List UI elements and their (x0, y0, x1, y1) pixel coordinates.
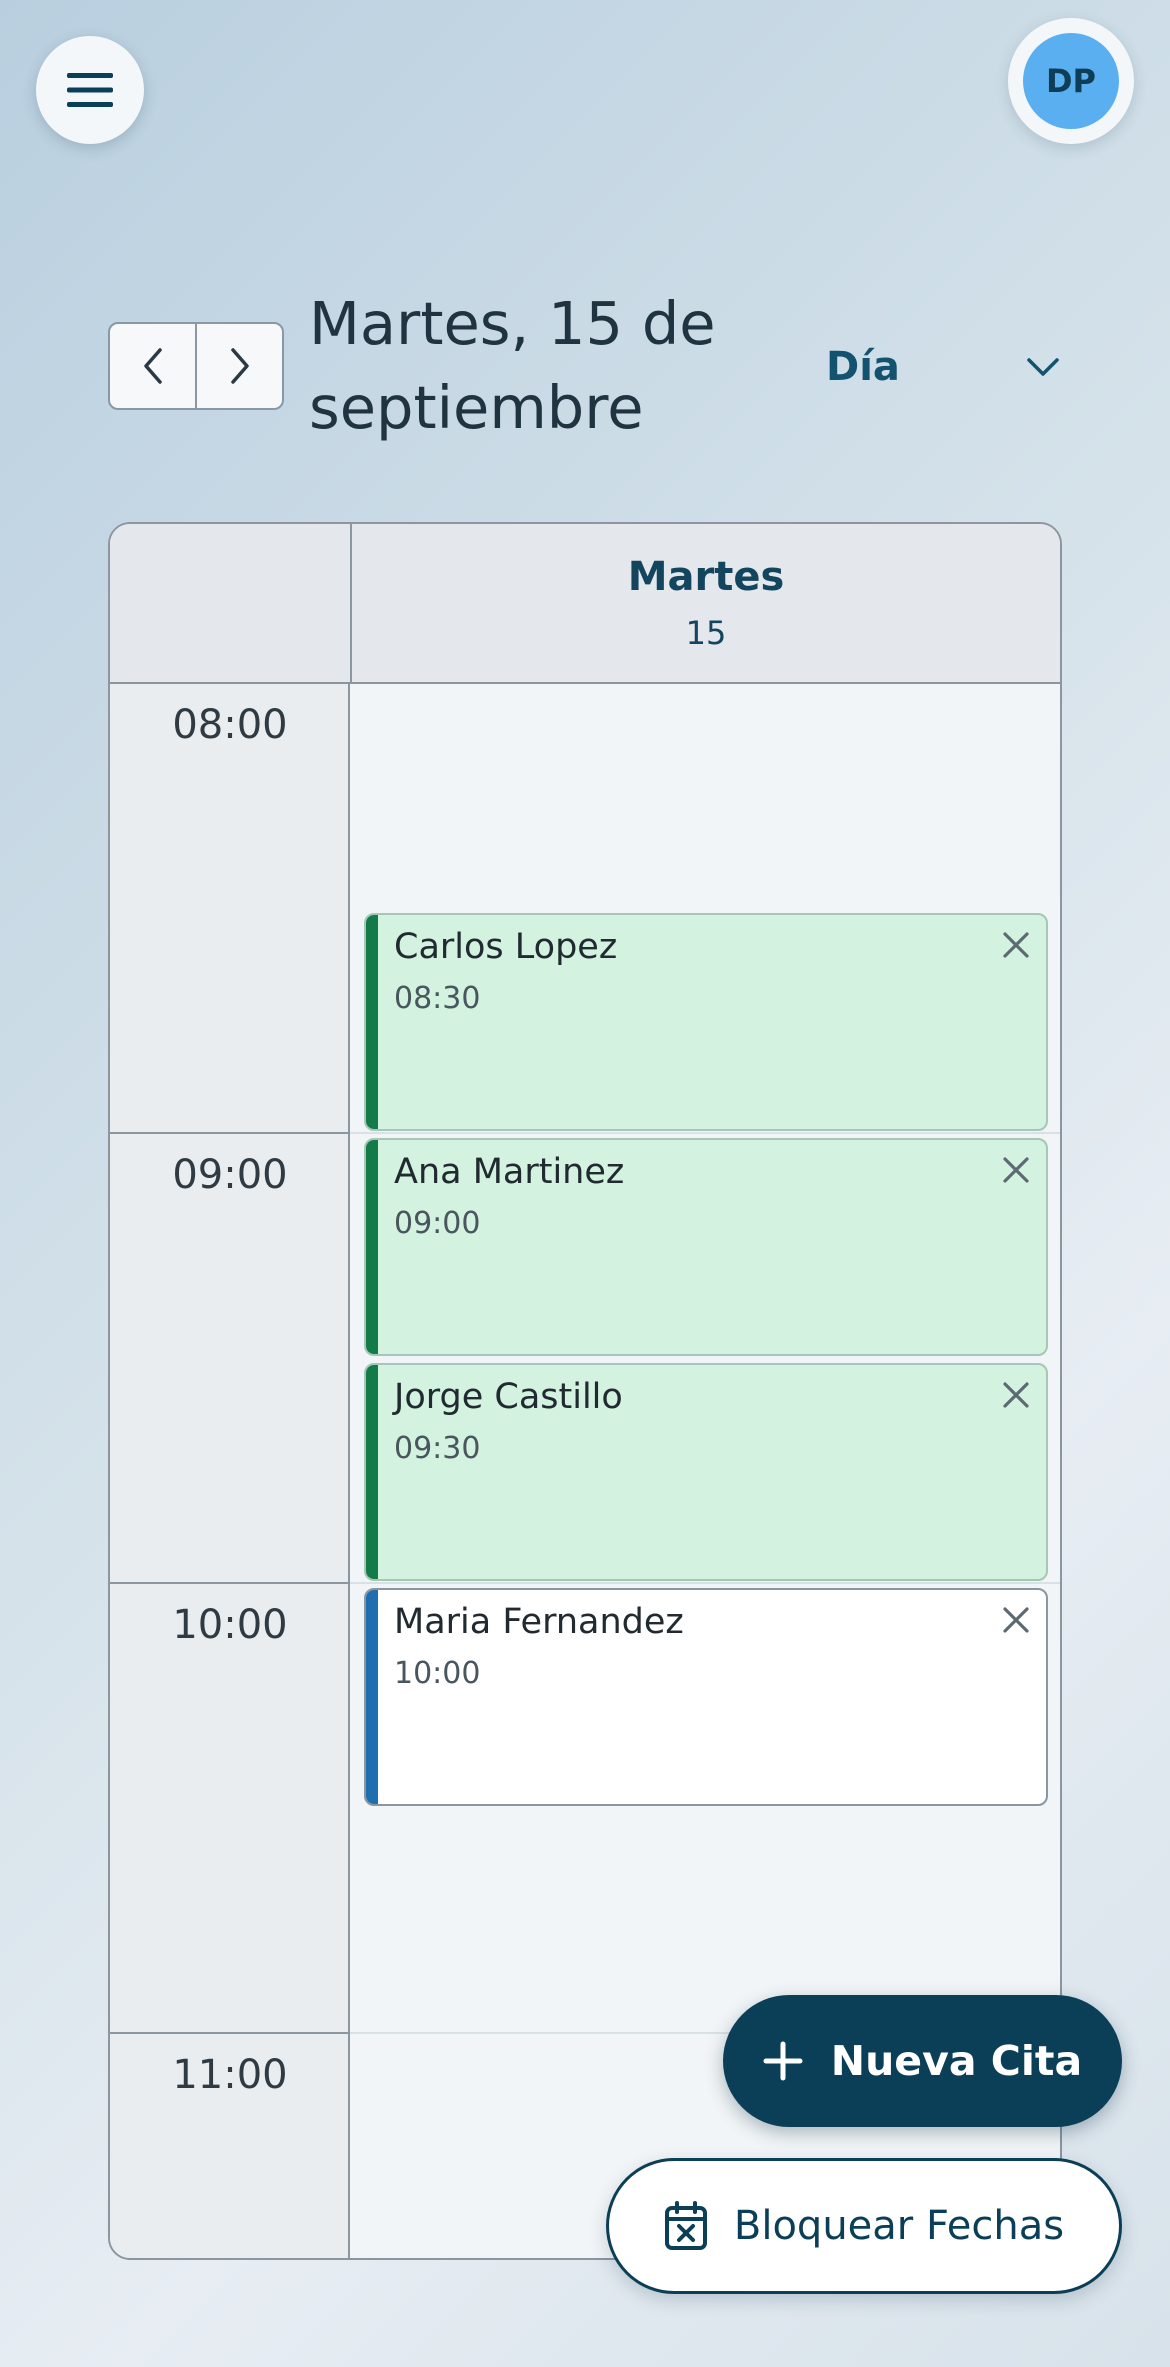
avatar: DP (1023, 33, 1119, 129)
chevron-down-icon (1027, 358, 1059, 376)
day-number: 15 (685, 614, 727, 652)
close-icon[interactable] (1000, 1604, 1032, 1636)
calendar-x-icon (664, 2201, 707, 2250)
close-icon[interactable] (1000, 1379, 1032, 1411)
close-icon[interactable] (1000, 1154, 1032, 1186)
date-navigation (108, 322, 284, 410)
chevron-left-icon (143, 348, 162, 384)
current-date-title: Martes, 15 de septiembre (309, 282, 729, 450)
appointment-card[interactable]: Carlos Lopez 08:30 (364, 913, 1048, 1131)
hour-label: 11:00 (172, 2052, 288, 2098)
plus-icon (763, 2041, 803, 2081)
calendar-header (110, 524, 1060, 684)
appointment-name: Maria Fernandez (394, 1602, 684, 1642)
appointment-name: Ana Martinez (394, 1152, 625, 1192)
appointment-time: 09:30 (394, 1431, 481, 1466)
view-mode-select[interactable]: Día (810, 330, 1070, 404)
chevron-right-icon (230, 348, 249, 384)
appointment-time: 09:00 (394, 1206, 481, 1241)
date-title-line1: Martes, 15 de (309, 289, 716, 358)
appointment-card[interactable]: Maria Fernandez 10:00 (364, 1588, 1048, 1806)
close-icon[interactable] (1000, 929, 1032, 961)
next-day-button[interactable] (195, 324, 282, 408)
hour-label: 09:00 (172, 1152, 288, 1198)
new-appointment-label: Nueva Cita (830, 2037, 1083, 2085)
date-title-line2: septiembre (309, 373, 644, 442)
appointment-name: Jorge Castillo (394, 1377, 623, 1417)
appointment-card[interactable]: Jorge Castillo 09:30 (364, 1363, 1048, 1581)
day-name: Martes (627, 554, 785, 600)
block-dates-label: Bloquear Fechas (733, 2203, 1065, 2249)
block-dates-button[interactable]: Bloquear Fechas (606, 2158, 1122, 2294)
hamburger-icon (67, 73, 113, 107)
new-appointment-button[interactable]: Nueva Cita (723, 1995, 1122, 2127)
appointment-time: 10:00 (394, 1656, 481, 1691)
time-column (110, 524, 350, 2258)
appointment-time: 08:30 (394, 981, 481, 1016)
appointment-name: Carlos Lopez (394, 927, 618, 967)
avatar-button[interactable]: DP (1008, 18, 1134, 144)
view-mode-label: Día (826, 344, 900, 390)
hour-label: 08:00 (172, 702, 288, 748)
previous-day-button[interactable] (110, 324, 195, 408)
appointment-card[interactable]: Ana Martinez 09:00 (364, 1138, 1048, 1356)
hour-label: 10:00 (172, 1602, 288, 1648)
menu-button[interactable] (36, 36, 144, 144)
